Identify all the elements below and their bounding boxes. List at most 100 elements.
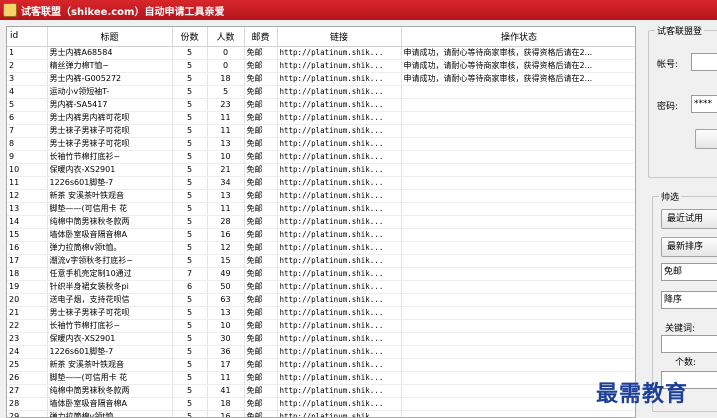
table-row[interactable]: 8 男士袜子男袜子可花呗 5 13 免邮 http://platinum.shik... (7, 137, 635, 151)
col-header-postage[interactable]: 邮费 (244, 27, 278, 47)
cell-title: 男士内裤A68584 (47, 46, 173, 60)
sort-order-select[interactable]: 降序 (661, 291, 717, 309)
cell-copies: 5 (172, 98, 208, 112)
recent-trial-button[interactable]: 最近试用 (661, 209, 717, 229)
account-input[interactable] (691, 53, 717, 71)
cell-copies: 5 (172, 150, 208, 164)
cell-postage: 免邮 (244, 371, 278, 385)
table-row[interactable]: 29 弹力拉筒棉v领t恤。 5 16 免邮 http://platinum.shik... (7, 410, 635, 417)
cell-applicants: 23 (207, 98, 245, 112)
table-row[interactable]: 19 针织半身裙女装秋冬pi 6 50 免邮 http://platinum.shik..… (7, 280, 635, 294)
cell-title-text: 新茶 安溪茶叶铁观音 (49, 190, 125, 200)
password-input[interactable]: **** (691, 95, 717, 113)
cell-status (401, 410, 635, 417)
cell-applicants: 18 (207, 397, 245, 411)
cell-copies: 5 (172, 176, 208, 190)
cell-title-text: 脚垫——(可信用卡 花 (49, 203, 128, 213)
table-row[interactable]: 6 男士内裤男内裤可花呗 5 11 免邮 http://platinum.shik... (7, 111, 635, 125)
cell-id: 26 (7, 371, 48, 385)
col-header-title[interactable]: 标题 (47, 27, 173, 47)
cell-title: 保暖内衣-XS2901 (47, 332, 173, 346)
cell-link: http://platinum.shik... (277, 85, 402, 99)
table-row[interactable]: 11 1226s601脚垫-7 5 34 免邮 http://platinum.shik.… (7, 176, 635, 190)
filter-group-title: 帅选 (659, 190, 682, 203)
cell-title: 潮流v字领秋冬打底衫~ (47, 254, 173, 268)
table-row[interactable]: 13 脚垫——(可信用卡 花 5 11 免邮 http://platinum.shik..… (7, 202, 635, 216)
table-row[interactable]: 26 脚垫——(可信用卡 花 5 11 免邮 http://platinum.shik..… (7, 371, 635, 385)
table-row[interactable]: 3 男士内裤-G005272 5 18 免邮 http://platinum.shik..… (7, 72, 635, 86)
col-header-id[interactable]: id (7, 27, 48, 47)
table-header: id 标题 份数 人数 邮费 链接 操作状态 (7, 27, 635, 47)
cell-title: 运动小v领短袖T- (47, 85, 173, 99)
table-row[interactable]: 20 送电子烟，支持花呗信 5 63 免邮 http://platinum.shik... (7, 293, 635, 307)
table-row[interactable]: 1 男士内裤A68584 5 0 免邮 http://platinum.shik... 申请… (7, 46, 635, 60)
col-header-applicants[interactable]: 人数 (207, 27, 245, 47)
cell-title-text: 潮流v字领秋冬打底衫~ (49, 255, 133, 265)
cell-link: http://platinum.shik... (277, 267, 402, 281)
cell-applicants: 0 (207, 59, 245, 73)
results-table[interactable]: id 标题 份数 人数 邮费 链接 操作状态 1 男士内裤A68584 5 0 免邮 ht… (6, 26, 636, 418)
cell-postage: 免邮 (244, 137, 278, 151)
cell-postage: 免邮 (244, 332, 278, 346)
cell-title: 男士内裤-G005272 (47, 72, 173, 86)
table-row[interactable]: 16 弹力拉筒棉v领t恤。 5 12 免邮 http://platinum.shik... (7, 241, 635, 255)
cell-postage: 免邮 (244, 215, 278, 229)
col-header-link[interactable]: 链接 (277, 27, 402, 47)
cell-copies: 5 (172, 345, 208, 359)
cell-applicants: 36 (207, 345, 245, 359)
cell-copies: 5 (172, 215, 208, 229)
table-row[interactable]: 27 纯棉中筒男袜秋冬款两 5 41 免邮 http://platinum.shik... (7, 384, 635, 398)
table-row[interactable]: 14 纯棉中筒男袜秋冬款两 5 28 免邮 http://platinum.shik... (7, 215, 635, 229)
cell-status (401, 306, 635, 320)
table-row[interactable]: 22 长袖竹节棉打底衫~ 5 10 免邮 http://platinum.shik... (7, 319, 635, 333)
cell-status (401, 137, 635, 151)
postage-select[interactable]: 免邮 (661, 263, 717, 281)
keyword-input[interactable] (661, 335, 717, 353)
table-row[interactable]: 25 新茶 安溪茶叶铁观音 5 17 免邮 http://platinum.shik... (7, 358, 635, 372)
cell-link: http://platinum.shik... (277, 176, 402, 190)
title-bar: 试客联盟（shikee.com）自动申请工具亲爱 (0, 0, 717, 20)
cell-status (401, 189, 635, 203)
table-row[interactable]: 21 男士袜子男袜子可花呗 5 13 免邮 http://platinum.shik... (7, 306, 635, 320)
table-row[interactable]: 15 墙体卧室吸音隔音棉A 5 16 免邮 http://platinum.shik... (7, 228, 635, 242)
cell-applicants: 50 (207, 280, 245, 294)
app-icon (3, 3, 17, 17)
table-row[interactable]: 23 保暖内衣-XS2901 5 30 免邮 http://platinum.shik..… (7, 332, 635, 346)
table-row[interactable]: 9 长袖竹节棉打底衫~ 5 10 免邮 http://platinum.shik... (7, 150, 635, 164)
cell-applicants: 21 (207, 163, 245, 177)
cell-link: http://platinum.shik... (277, 137, 402, 151)
cell-postage: 免邮 (244, 280, 278, 294)
table-row[interactable]: 18 任意手机壳定制10通过 7 49 免邮 http://platinum.shik..… (7, 267, 635, 281)
table-row[interactable]: 24 1226s601脚垫-7 5 36 免邮 http://platinum.shik.… (7, 345, 635, 359)
login-group: 试客联盟登 帐号: 密码: **** (648, 24, 717, 178)
cell-id: 25 (7, 358, 48, 372)
password-label: 密码: (657, 102, 679, 112)
table-row[interactable]: 2 精丝弹力棉T恤~ 5 0 免邮 http://platinum.shik... 申请成功… (7, 59, 635, 73)
table-row[interactable]: 7 男士袜子男袜子可花呗 5 11 免邮 http://platinum.shik... (7, 124, 635, 138)
table-row[interactable]: 12 新茶 安溪茶叶铁观音 5 13 免邮 http://platinum.shik... (7, 189, 635, 203)
cell-link: http://platinum.shik... (277, 215, 402, 229)
cell-id: 18 (7, 267, 48, 281)
table-row[interactable]: 17 潮流v字领秋冬打底衫~ 5 15 免邮 http://platinum.shik..… (7, 254, 635, 268)
newest-sort-button[interactable]: 最新排序 (661, 237, 717, 257)
cell-id: 12 (7, 189, 48, 203)
cell-copies: 5 (172, 397, 208, 411)
cell-title: 新茶 安溪茶叶铁观音 (47, 358, 173, 372)
col-header-copies[interactable]: 份数 (172, 27, 208, 47)
col-header-status[interactable]: 操作状态 (401, 27, 635, 47)
cell-postage: 免邮 (244, 384, 278, 398)
cell-copies: 5 (172, 85, 208, 99)
cell-title-text: 男内裤-SA5417 (49, 99, 108, 109)
cell-copies: 5 (172, 189, 208, 203)
table-row[interactable]: 4 运动小v领短袖T- 5 5 免邮 http://platinum.shik... (7, 85, 635, 99)
cell-title: 男内裤-SA5417 (47, 98, 173, 112)
table-row[interactable]: 10 保暖内衣-XS2901 5 21 免邮 http://platinum.shik..… (7, 163, 635, 177)
login-button[interactable] (695, 129, 717, 149)
table-row[interactable]: 5 男内裤-SA5417 5 23 免邮 http://platinum.shik... (7, 98, 635, 112)
table-row[interactable]: 28 墙体卧室吸音隔音棉A 5 18 免邮 http://platinum.shik... (7, 397, 635, 411)
cell-id: 5 (7, 98, 48, 112)
cell-title: 墙体卧室吸音隔音棉A (47, 228, 173, 242)
cell-applicants: 13 (207, 189, 245, 203)
cell-applicants: 15 (207, 254, 245, 268)
cell-link: http://platinum.shik... (277, 72, 402, 86)
